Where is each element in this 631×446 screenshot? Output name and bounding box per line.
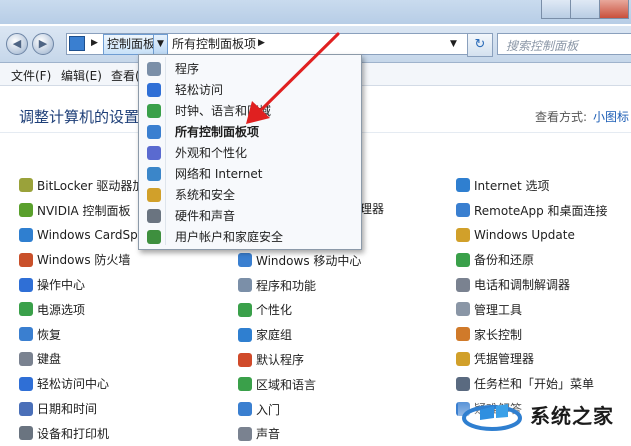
- watermark-text: 系统之家: [530, 404, 614, 428]
- annotation-arrow: [246, 32, 340, 124]
- watermark-logo-icon: [462, 404, 522, 431]
- arrow-shaft: [258, 32, 340, 113]
